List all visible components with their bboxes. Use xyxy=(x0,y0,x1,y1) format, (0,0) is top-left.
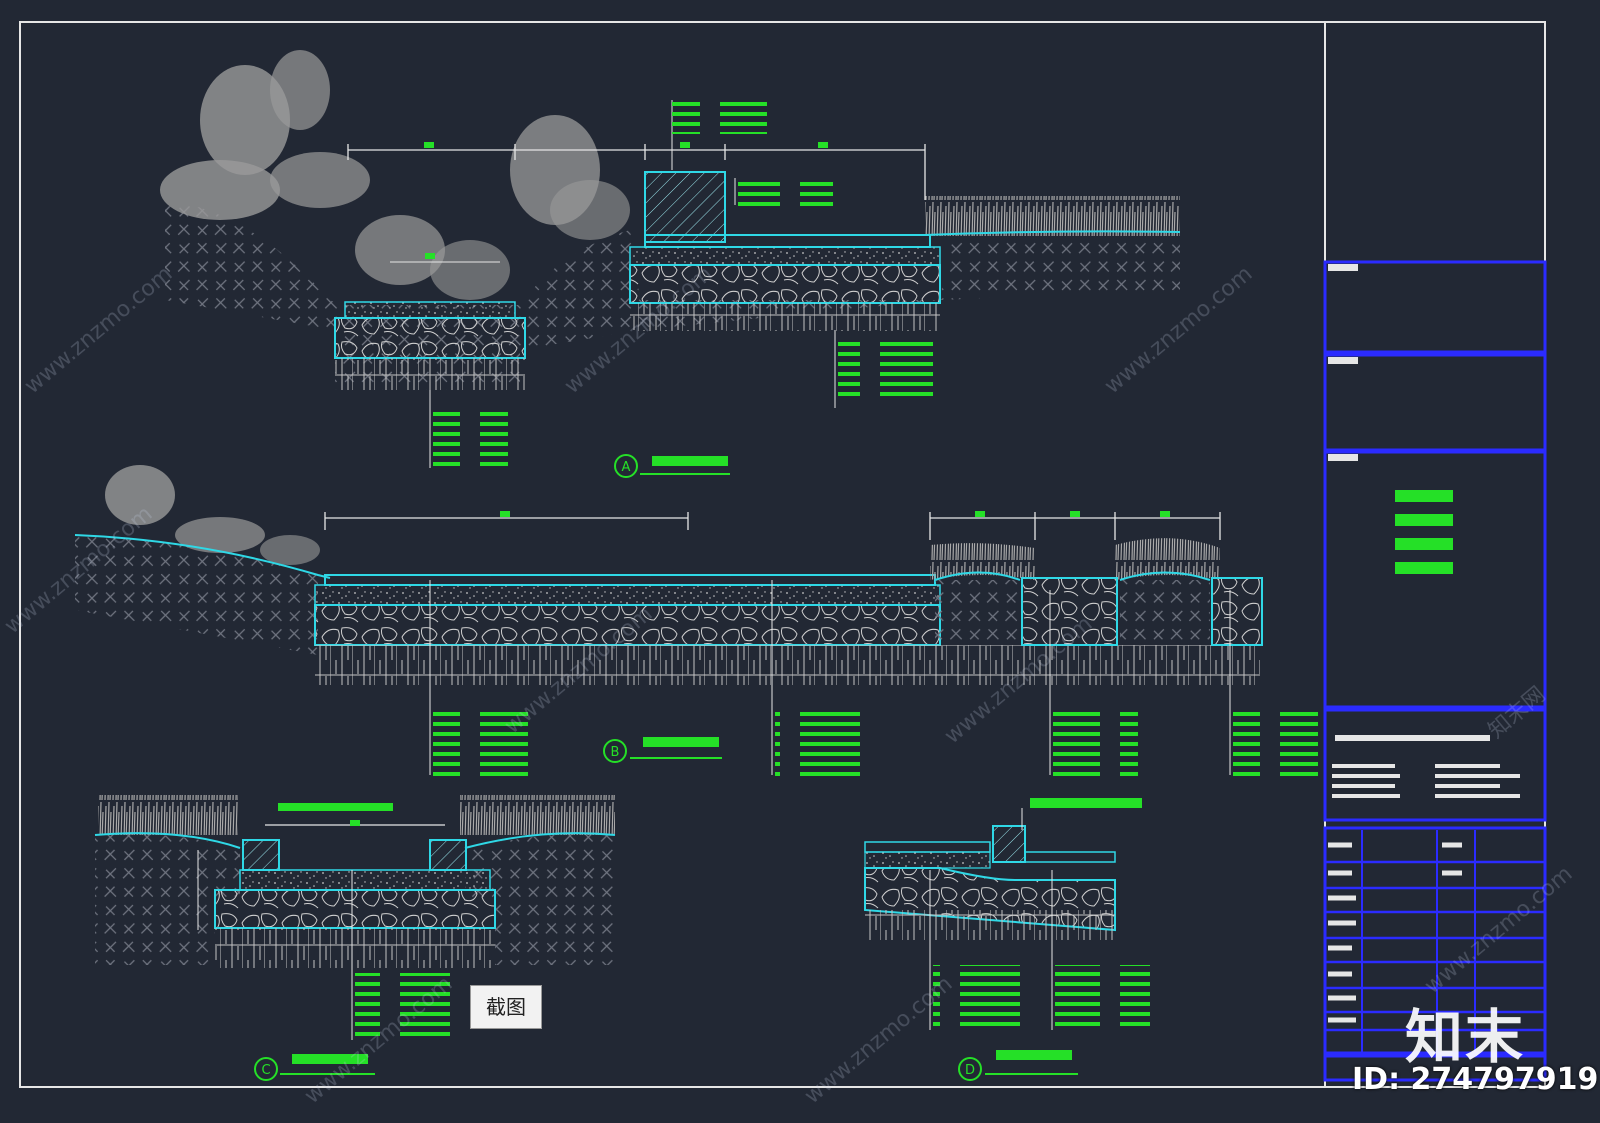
section-a-drawing xyxy=(160,50,1181,468)
section-b-marker: B xyxy=(611,745,620,760)
section-d-marker: D xyxy=(965,1063,975,1078)
cad-drawing-canvas: A B C D xyxy=(19,21,1547,1088)
section-a-marker: A xyxy=(622,460,631,475)
section-b-title: B xyxy=(603,737,722,763)
drawing-title-legend xyxy=(1395,490,1453,574)
brand-watermark-id: ID: 274797919 xyxy=(1352,1062,1599,1097)
section-c-marker: C xyxy=(261,1063,270,1078)
section-a-title: A xyxy=(614,454,730,478)
screenshot-tooltip[interactable]: 截图 xyxy=(470,985,542,1029)
title-block xyxy=(1323,260,1547,1082)
section-b-drawing xyxy=(74,465,1318,776)
section-d-title: D xyxy=(958,1050,1078,1081)
section-d-drawing xyxy=(864,798,1150,1030)
